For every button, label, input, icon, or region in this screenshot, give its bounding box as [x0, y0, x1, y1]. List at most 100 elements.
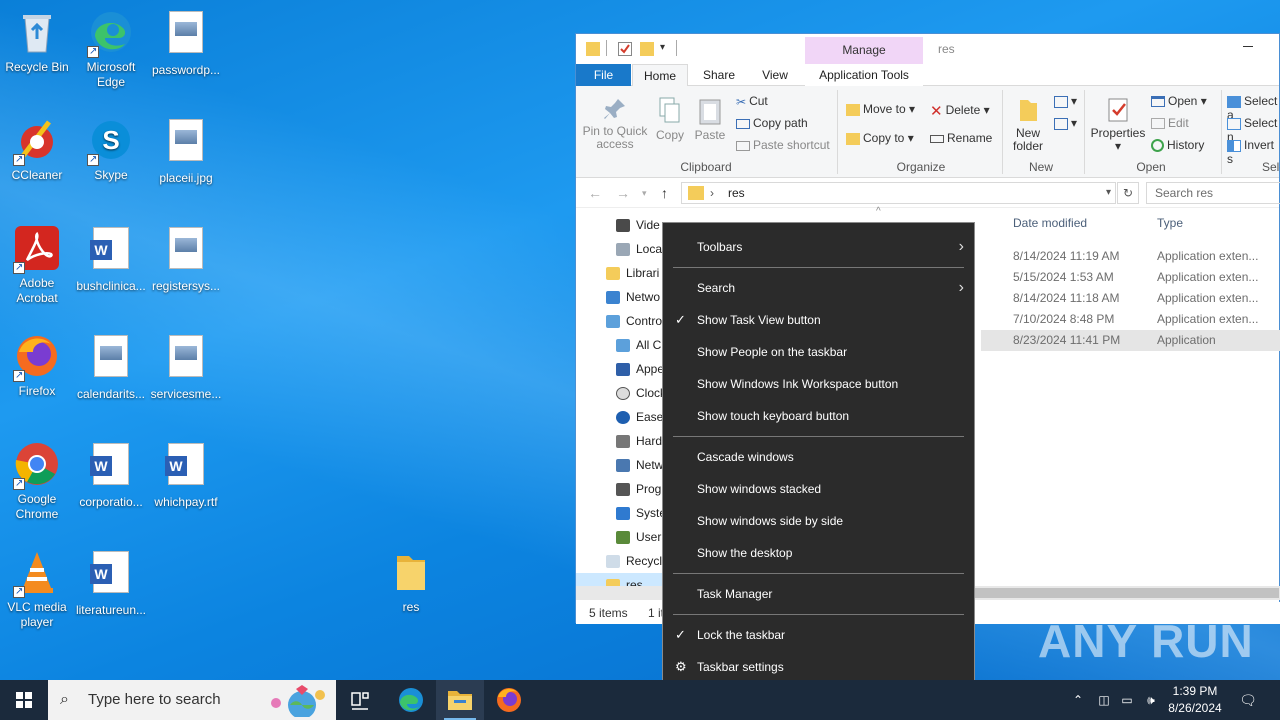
address-dropdown-icon[interactable]: ▾	[1106, 183, 1111, 203]
search-input[interactable]: Search res	[1146, 182, 1280, 204]
menu-item-windows-stacked[interactable]: Show windows stacked	[663, 473, 974, 505]
edit-button[interactable]: Edit	[1151, 116, 1189, 130]
taskbar-clock[interactable]: 1:39 PM 8/26/2024	[1160, 683, 1230, 717]
refresh-button[interactable]: ↻	[1117, 182, 1139, 204]
nav-item-clock[interactable]: Clock	[576, 381, 676, 405]
desktop-icon-placeii[interactable]: placeii.jpg	[149, 116, 223, 186]
desktop-icon-servicesme[interactable]: servicesme...	[149, 332, 223, 402]
network-icon[interactable]: ▭	[1116, 680, 1138, 720]
nav-item-appearance[interactable]: Appe	[576, 357, 676, 381]
taskbar-search-box[interactable]: ⌕ Type here to search	[48, 680, 336, 720]
show-hidden-icons-chevron-icon[interactable]: ⌃	[1068, 680, 1088, 720]
new-folder-icon[interactable]	[640, 42, 654, 56]
pin-to-quick-access-button[interactable]: Pin to Quick access	[580, 96, 650, 151]
tab-view[interactable]: View	[750, 64, 800, 86]
nav-item-all-control-panel[interactable]: All C	[576, 333, 676, 357]
menu-item-show-ink-workspace[interactable]: Show Windows Ink Workspace button	[663, 368, 974, 400]
column-header-date-modified[interactable]: Date modified	[1013, 216, 1087, 230]
menu-item-taskbar-settings[interactable]: ⚙ Taskbar settings	[663, 651, 974, 683]
properties-icon[interactable]	[618, 42, 632, 56]
nav-item-user-accounts[interactable]: User	[576, 525, 676, 549]
menu-item-show-desktop[interactable]: Show the desktop	[663, 537, 974, 569]
nav-item-system-security[interactable]: Syste	[576, 501, 676, 525]
forward-arrow-icon[interactable]: →	[616, 185, 630, 201]
menu-item-lock-taskbar[interactable]: ✓ Lock the taskbar	[663, 619, 974, 651]
notification-center-icon[interactable]: 🗨	[1234, 680, 1262, 720]
tab-application-tools[interactable]: Application Tools	[805, 64, 923, 86]
menu-item-windows-side-by-side[interactable]: Show windows side by side	[663, 505, 974, 537]
desktop-icon-microsoft-edge[interactable]: Microsoft Edge	[74, 8, 148, 90]
start-button[interactable]	[0, 680, 48, 720]
menu-item-search[interactable]: Search ›	[663, 272, 974, 304]
menu-item-cascade-windows[interactable]: Cascade windows	[663, 441, 974, 473]
file-row-selected[interactable]: 8/23/2024 11:41 PM Application	[981, 330, 1280, 351]
delete-button[interactable]: ✕ Delete ▾	[930, 102, 990, 120]
file-row[interactable]: 5/15/2024 1:53 AM Application exten...	[981, 267, 1280, 288]
easy-access-button[interactable]: ▾	[1054, 116, 1077, 130]
desktop-icon-registersys[interactable]: registersys...	[149, 224, 223, 294]
nav-item-programs[interactable]: Prog	[576, 477, 676, 501]
rename-button[interactable]: Rename	[930, 131, 992, 145]
tab-manage[interactable]: Manage	[805, 37, 923, 64]
paste-button[interactable]: Paste	[690, 96, 730, 142]
history-button[interactable]: History	[1151, 138, 1204, 153]
menu-item-show-task-view[interactable]: ✓ Show Task View button	[663, 304, 974, 336]
desktop-icon-calendarits[interactable]: calendarits...	[74, 332, 148, 402]
volume-icon[interactable]: 🕪	[1140, 680, 1162, 720]
nav-item-hardware[interactable]: Hard	[576, 429, 676, 453]
desktop-icon-firefox[interactable]: Firefox	[0, 332, 74, 399]
nav-item-recycle-bin[interactable]: Recycl	[576, 549, 676, 573]
taskbar-edge-button[interactable]	[387, 680, 435, 720]
desktop-icon-passwordp[interactable]: passwordp...	[149, 8, 223, 78]
desktop-icon-google-chrome[interactable]: Google Chrome	[0, 440, 74, 522]
new-folder-button[interactable]: New folder	[1008, 96, 1048, 153]
desktop-icon-vlc[interactable]: VLC media player	[0, 548, 74, 630]
nav-item-videos[interactable]: Vide	[576, 213, 676, 237]
desktop-icon-corporatio[interactable]: W corporatio...	[74, 440, 148, 510]
paste-shortcut-button[interactable]: Paste shortcut	[736, 138, 830, 152]
up-arrow-icon[interactable]: ↑	[661, 185, 668, 201]
desktop-icon-recycle-bin[interactable]: Recycle Bin	[0, 8, 74, 75]
task-view-button[interactable]	[336, 680, 384, 720]
tab-share[interactable]: Share	[694, 64, 744, 86]
back-arrow-icon[interactable]: ←	[588, 185, 602, 201]
nav-item-ease-of-access[interactable]: Ease	[576, 405, 676, 429]
taskbar-file-explorer-button[interactable]	[436, 680, 484, 720]
customize-quick-access-icon[interactable]: ▾	[660, 42, 674, 56]
new-item-button[interactable]: ▾	[1054, 94, 1077, 108]
file-row[interactable]: 7/10/2024 8:48 PM Application exten...	[981, 309, 1280, 330]
nav-item-control-panel[interactable]: Contro	[576, 309, 676, 333]
menu-item-task-manager[interactable]: Task Manager	[663, 578, 974, 610]
nav-item-local-disk[interactable]: Loca	[576, 237, 676, 261]
cut-button[interactable]: ✂ Cut	[736, 94, 768, 109]
meet-now-icon[interactable]: ◫	[1094, 680, 1114, 720]
move-to-button[interactable]: Move to ▾	[846, 102, 915, 116]
address-input[interactable]: › res ▾	[681, 182, 1116, 204]
file-row[interactable]: 8/14/2024 11:19 AM Application exten...	[981, 246, 1280, 267]
menu-item-show-touch-keyboard[interactable]: Show touch keyboard button	[663, 400, 974, 432]
minimize-button[interactable]	[1243, 46, 1253, 47]
desktop-icon-bushclinica[interactable]: W bushclinica...	[74, 224, 148, 294]
menu-item-toolbars[interactable]: Toolbars ›	[663, 231, 974, 263]
desktop-icon-ccleaner[interactable]: CCleaner	[0, 116, 74, 183]
nav-item-network[interactable]: Netwo	[576, 285, 676, 309]
file-row[interactable]: 8/14/2024 11:18 AM Application exten...	[981, 288, 1280, 309]
desktop-icon-whichpay[interactable]: W whichpay.rtf	[149, 440, 223, 510]
nav-item-libraries[interactable]: Librari	[576, 261, 676, 285]
desktop-icon-skype[interactable]: S Skype	[74, 116, 148, 183]
desktop-icon-literatureun[interactable]: W literatureun...	[74, 548, 148, 618]
copy-path-button[interactable]: Copy path	[736, 116, 808, 130]
copy-to-button[interactable]: Copy to ▾	[846, 131, 914, 145]
recent-locations-chevron-icon[interactable]: ▾	[642, 188, 647, 199]
taskbar-firefox-button[interactable]	[485, 680, 533, 720]
desktop-icon-adobe-acrobat[interactable]: Adobe Acrobat	[0, 224, 74, 306]
nav-item-network-internet[interactable]: Netw	[576, 453, 676, 477]
copy-button[interactable]: Copy	[650, 96, 690, 142]
tab-file[interactable]: File	[576, 64, 631, 86]
tab-home[interactable]: Home	[632, 64, 688, 86]
open-button[interactable]: Open ▾	[1151, 94, 1207, 108]
menu-item-show-people[interactable]: Show People on the taskbar	[663, 336, 974, 368]
desktop-icon-res-folder[interactable]: res	[374, 548, 448, 615]
column-header-type[interactable]: Type	[1157, 216, 1183, 230]
properties-button[interactable]: Properties ▾	[1088, 96, 1148, 153]
